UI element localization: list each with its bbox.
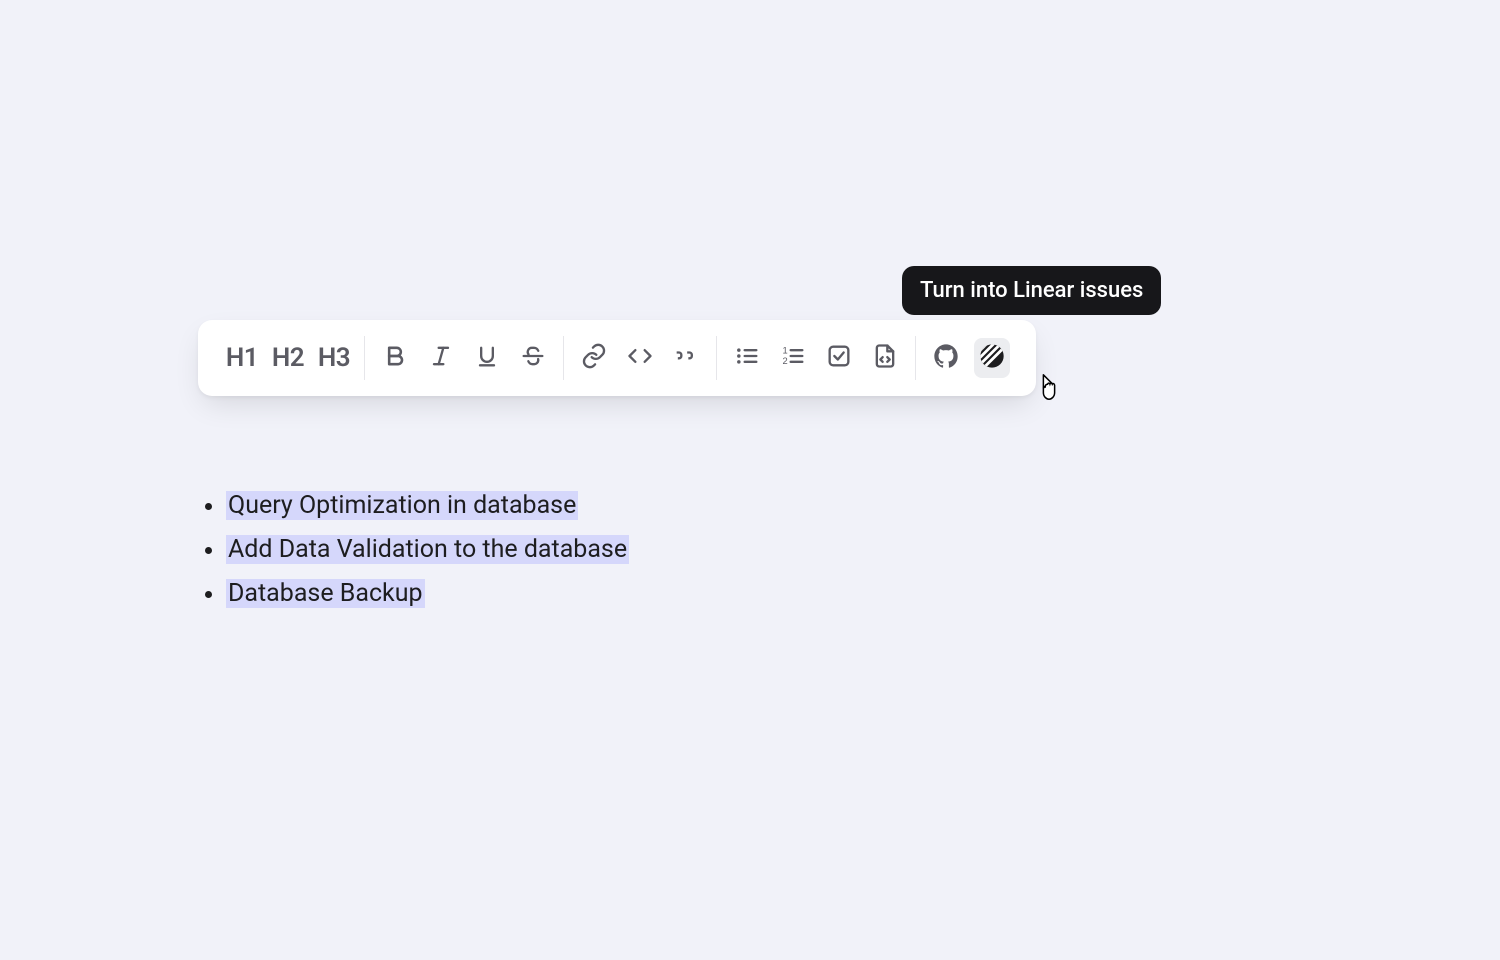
bold-button[interactable] [377, 338, 413, 378]
bullet-list-button[interactable] [729, 338, 765, 378]
heading-3-button[interactable]: H3 [316, 338, 352, 378]
list-item[interactable]: Add Data Validation to the database [226, 528, 629, 572]
editor-content[interactable]: Query Optimization in database Add Data … [198, 484, 629, 615]
h2-label: H2 [272, 343, 304, 373]
svg-text:1: 1 [783, 346, 788, 356]
italic-button[interactable] [423, 338, 459, 378]
h1-label: H1 [226, 343, 258, 373]
underline-button[interactable] [469, 338, 505, 378]
checkbox-icon [825, 342, 853, 374]
underline-icon [473, 342, 501, 374]
insert-group [564, 338, 716, 378]
svg-text:2: 2 [783, 356, 788, 366]
list-item[interactable]: Database Backup [226, 572, 629, 616]
list-item[interactable]: Query Optimization in database [226, 484, 629, 528]
cursor-pointer-icon [1034, 372, 1064, 402]
checkbox-button[interactable] [821, 338, 857, 378]
heading-1-button[interactable]: H1 [224, 338, 260, 378]
code-button[interactable] [622, 338, 658, 378]
quote-icon [672, 342, 700, 374]
heading-group: H1 H2 H3 [212, 338, 364, 378]
quote-button[interactable] [668, 338, 704, 378]
link-icon [580, 342, 608, 374]
selected-text: Database Backup [226, 579, 425, 608]
code-block-button[interactable] [867, 338, 903, 378]
list-group: 12 [717, 338, 915, 378]
italic-icon [427, 342, 455, 374]
bullet-list-icon [733, 342, 761, 374]
selected-text: Query Optimization in database [226, 491, 578, 520]
numbered-list-button[interactable]: 12 [775, 338, 811, 378]
code-icon [626, 342, 654, 374]
linear-tooltip: Turn into Linear issues [902, 266, 1161, 315]
heading-2-button[interactable]: H2 [270, 338, 306, 378]
strikethrough-icon [519, 342, 547, 374]
formatting-toolbar: H1 H2 H3 12 [198, 320, 1036, 396]
h3-label: H3 [318, 343, 350, 373]
github-button[interactable] [928, 338, 964, 378]
selected-text: Add Data Validation to the database [226, 535, 629, 564]
github-icon [932, 342, 960, 374]
link-button[interactable] [576, 338, 612, 378]
tooltip-text: Turn into Linear issues [920, 278, 1143, 303]
text-style-group [365, 338, 563, 378]
linear-button[interactable] [974, 338, 1010, 378]
linear-icon [978, 342, 1006, 374]
code-file-icon [871, 342, 899, 374]
bold-icon [381, 342, 409, 374]
strikethrough-button[interactable] [515, 338, 551, 378]
integration-group [916, 338, 1022, 378]
numbered-list-icon: 12 [779, 342, 807, 374]
bullet-list: Query Optimization in database Add Data … [198, 484, 629, 615]
